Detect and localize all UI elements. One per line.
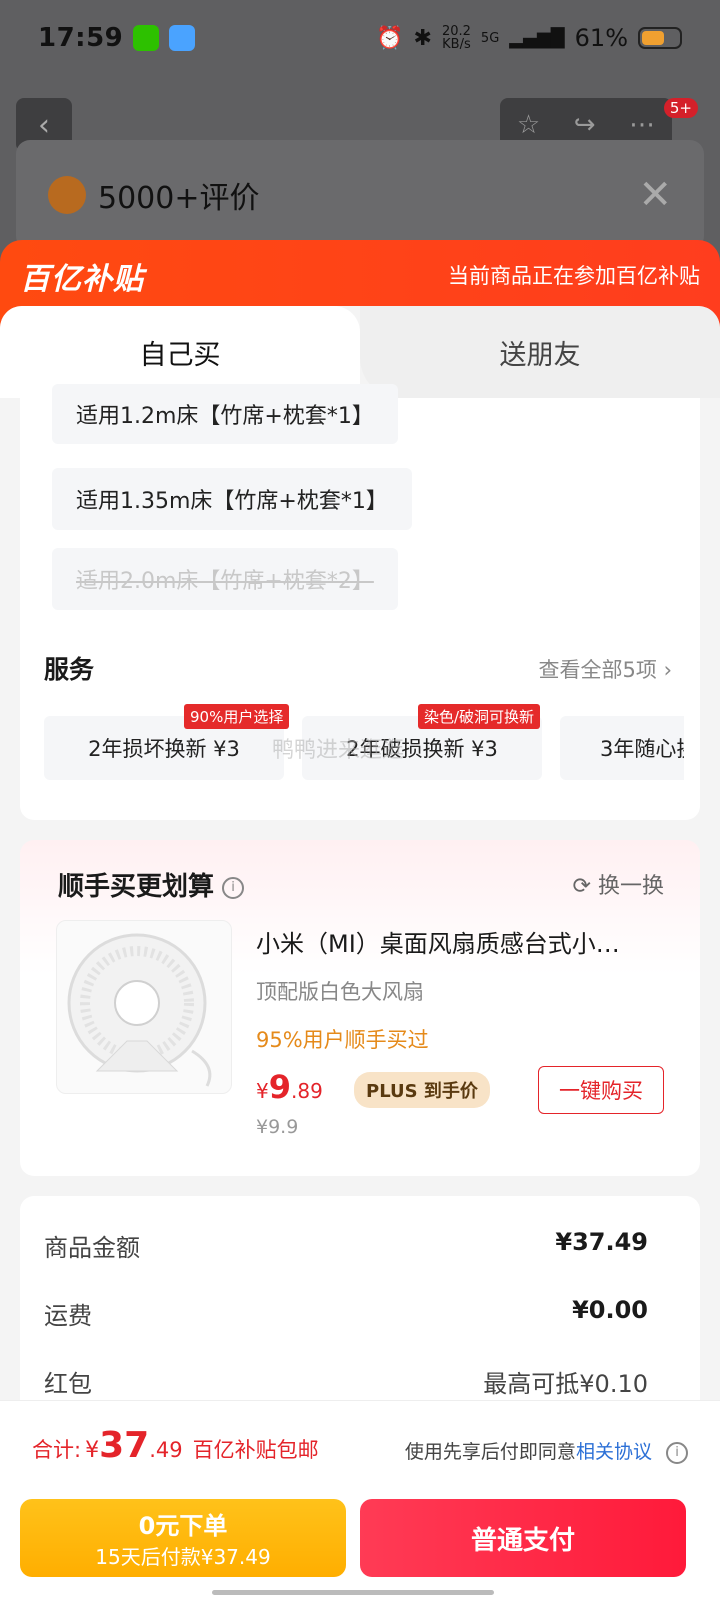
summary-label: 红包: [44, 1370, 92, 1398]
addon-title-text: 顺手买更划算: [58, 872, 215, 902]
product-image[interactable]: [56, 920, 232, 1094]
chevron-right-icon: ›: [663, 658, 672, 682]
summary-value: ¥0.00: [572, 1296, 648, 1324]
subsidy-logo: 百亿补贴: [20, 262, 144, 297]
signal-icon: ▂▄▆█: [509, 27, 565, 49]
summary-row-goods: 商品金额 ¥37.49: [44, 1228, 648, 1263]
more-icon[interactable]: ⋯: [629, 110, 655, 140]
reviews-count: 5000+评价: [98, 181, 260, 216]
total-integer: 37: [99, 1425, 150, 1466]
alarm-icon: ⏰: [376, 25, 404, 51]
info-icon[interactable]: i: [666, 1441, 688, 1464]
total-label: 合计:: [32, 1438, 82, 1462]
plus-price-tag: PLUS 到手价: [354, 1072, 490, 1108]
services-title: 服务: [44, 655, 95, 684]
option-2-0m: 适用2.0m床【竹席+枕套*2】: [52, 548, 398, 610]
product-name[interactable]: 小米（MI）桌面风扇质感台式小风扇: [256, 924, 636, 959]
summary-row-shipping: 运费 ¥0.00: [44, 1296, 648, 1331]
battery-icon: [638, 27, 682, 49]
product-original-price: ¥9.9: [256, 1116, 299, 1138]
status-time: 17:59: [38, 23, 124, 53]
summary-label: 运费: [44, 1302, 92, 1330]
services-view-all[interactable]: 查看全部5项 ›: [539, 654, 672, 684]
total-decimal: .49: [149, 1438, 183, 1462]
service-tag-dye: 染色/破洞可换新: [418, 704, 541, 729]
battery-percent: 61%: [574, 24, 628, 52]
one-click-buy-button[interactable]: 一键购买: [538, 1066, 664, 1114]
weather-icon: [169, 25, 196, 51]
pay-later-button[interactable]: 0元下单 15天后付款¥37.49: [20, 1499, 346, 1577]
status-bar: 17:59 ⏰ ✱ 20.2 KB/s 5G ▂▄▆█ 61%: [0, 0, 720, 76]
close-icon[interactable]: ✕: [638, 172, 672, 218]
summary-value: 最高可抵¥0.10: [483, 1370, 648, 1398]
reviews-bar: 5000+评价 ✕: [16, 140, 704, 250]
total-note: 百亿补贴包邮: [192, 1438, 319, 1462]
summary-card: 商品金额 ¥37.49 运费 ¥0.00 红包 最高可抵¥0.10: [20, 1196, 700, 1416]
agreement-link[interactable]: 相关协议: [576, 1441, 652, 1463]
addon-card: 顺手买更划算 i ⟳ 换一换 小米（MI）桌面风扇质感台式小风扇 顶配版白色大风扇…: [20, 840, 700, 1176]
net-speed: 20.2 KB/s: [442, 25, 471, 51]
cool-emoji-icon: [48, 176, 86, 214]
option-1-2m[interactable]: 适用1.2m床【竹席+枕套*1】: [52, 384, 398, 444]
fan-image: [67, 933, 212, 1087]
signal-label: 5G: [480, 30, 500, 46]
order-total: 合计: ¥ 37 .49 百亿补贴包邮: [32, 1425, 319, 1466]
services-view-all-label: 查看全部5项: [538, 658, 657, 682]
pay-later-title: 0元下单: [138, 1512, 228, 1540]
normal-pay-button[interactable]: 普通支付: [360, 1499, 686, 1577]
bluetooth-icon: ✱: [413, 25, 432, 51]
price-decimal: .89: [291, 1079, 323, 1103]
service-tag-popular: 90%用户选择: [184, 704, 290, 729]
info-icon[interactable]: i: [222, 876, 245, 899]
total-currency: ¥: [85, 1438, 100, 1463]
agreement-text: 使用先享后付即同意: [404, 1441, 576, 1463]
swap-label: 换一换: [597, 874, 664, 899]
swap-button[interactable]: ⟳ 换一换: [573, 868, 664, 900]
share-icon[interactable]: ↪: [574, 110, 596, 140]
product-popularity: 95%用户顺手买过: [256, 1028, 429, 1052]
chevron-left-icon: ‹: [38, 107, 50, 143]
addon-title: 顺手买更划算 i: [58, 866, 245, 903]
summary-label: 商品金额: [44, 1234, 140, 1262]
refresh-icon: ⟳: [572, 874, 591, 899]
wechat-icon: [133, 25, 160, 51]
favorite-icon[interactable]: ☆: [517, 110, 540, 140]
product-variant: 顶配版白色大风扇: [256, 980, 424, 1004]
status-right: ⏰ ✱ 20.2 KB/s 5G ▂▄▆█ 61%: [376, 24, 682, 52]
price-integer: 9: [268, 1068, 291, 1106]
subsidy-message: 当前商品正在参加百亿补贴: [448, 264, 700, 288]
more-badge: 5+: [663, 98, 698, 118]
pay-later-subtitle: 15天后付款¥37.49: [95, 1545, 271, 1569]
summary-value: ¥37.49: [555, 1228, 648, 1256]
price-currency: ¥: [256, 1079, 269, 1103]
agreement: 使用先享后付即同意相关协议 i: [405, 1437, 688, 1464]
product-price: ¥ 9 .89: [256, 1068, 323, 1106]
option-1-35m[interactable]: 适用1.35m床【竹席+枕套*1】: [52, 468, 412, 530]
tab-gift-friend[interactable]: 送朋友: [360, 306, 720, 398]
service-item-3yr[interactable]: 3年随心换: [560, 716, 684, 780]
bottom-bar: 合计: ¥ 37 .49 百亿补贴包邮 使用先享后付即同意相关协议 i 0元下单…: [0, 1400, 720, 1600]
home-indicator[interactable]: [212, 1590, 494, 1595]
options-card: 适用1.2m床【竹席+枕套*1】 适用1.35m床【竹席+枕套*1】 适用2.0…: [20, 384, 700, 820]
summary-row-redpacket[interactable]: 红包 最高可抵¥0.10: [44, 1364, 648, 1399]
net-speed-unit: KB/s: [442, 37, 471, 52]
watermark: 鸭鸭进来逛逛: [272, 738, 405, 763]
